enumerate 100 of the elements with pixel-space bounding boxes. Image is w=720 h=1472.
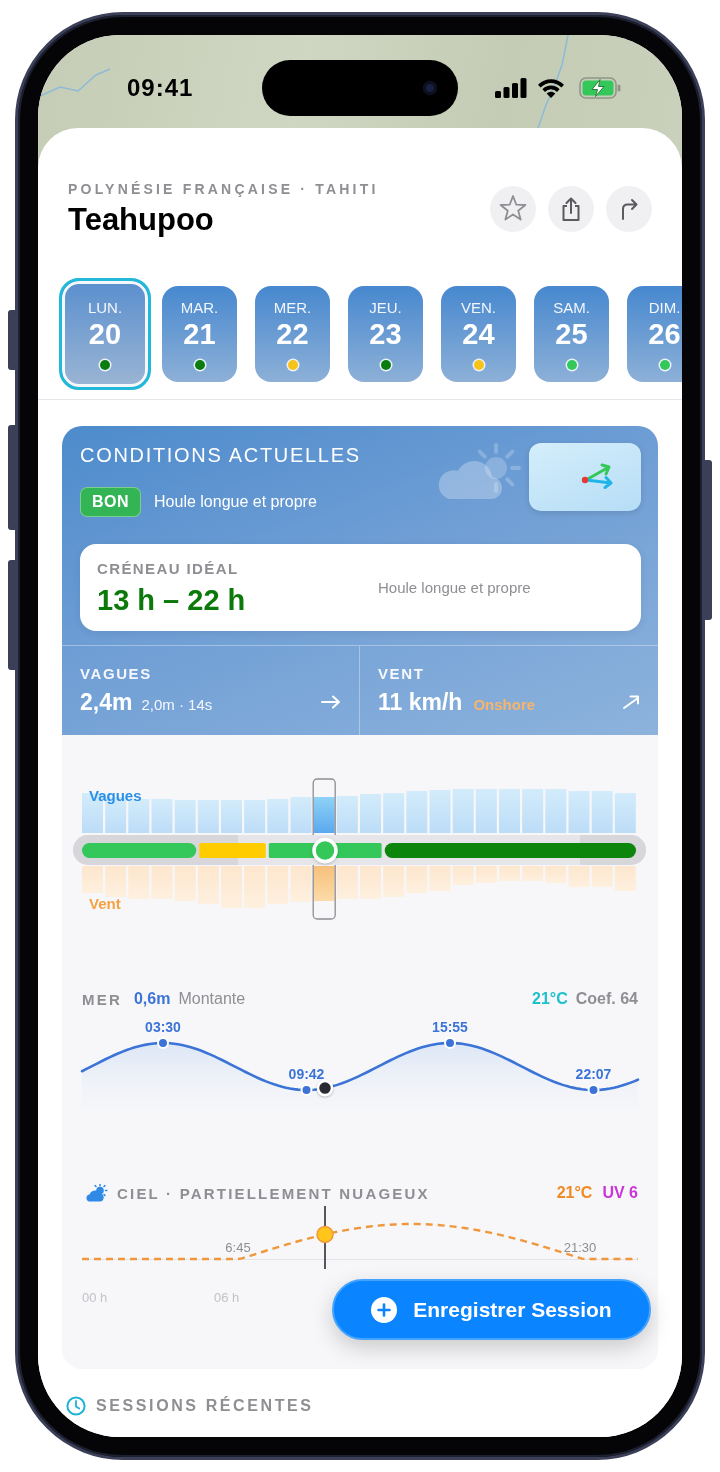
tide-time: 15:55 bbox=[432, 1019, 468, 1035]
status-time: 09:41 bbox=[127, 73, 195, 102]
share-icon bbox=[560, 196, 582, 222]
share-button[interactable] bbox=[548, 186, 594, 232]
tide-marker bbox=[300, 1084, 313, 1096]
wind-bar bbox=[244, 866, 266, 908]
signal-icon bbox=[495, 77, 527, 98]
wave-bar bbox=[522, 789, 544, 833]
water-temperature: 21°C bbox=[532, 990, 568, 1008]
day-tab[interactable]: MER. 22 bbox=[255, 286, 330, 382]
wave-bar bbox=[383, 793, 405, 833]
wave-bar bbox=[360, 794, 381, 833]
wave-bar bbox=[499, 789, 520, 833]
wave-bar bbox=[568, 791, 590, 833]
timeline-track[interactable] bbox=[73, 835, 646, 865]
wind-bar bbox=[499, 866, 520, 881]
sun-marker bbox=[316, 1225, 334, 1244]
day-tab[interactable]: VEN. 24 bbox=[441, 286, 516, 382]
spot-title: Teahupoo bbox=[68, 202, 215, 238]
tide-marker bbox=[587, 1084, 600, 1096]
tide-label: MER bbox=[82, 990, 122, 1008]
wind-bar bbox=[128, 866, 150, 899]
battery-charging-icon bbox=[579, 76, 621, 99]
day-tab[interactable]: DIM. 26 bbox=[627, 286, 682, 382]
wind-bar bbox=[221, 866, 242, 908]
stat-label: VAGUES bbox=[80, 665, 153, 683]
tide-time: 09:42 bbox=[288, 1066, 325, 1082]
stat-value: 2,4m bbox=[80, 689, 133, 715]
day-tab[interactable]: LUN. 20 bbox=[59, 278, 151, 390]
wave-bar bbox=[267, 799, 289, 833]
timeline-thumb[interactable] bbox=[312, 837, 338, 864]
conditions-summary: Houle longue et propre bbox=[154, 493, 317, 511]
section-title: CONDITIONS ACTUELLES bbox=[80, 443, 362, 467]
current-position-marker bbox=[316, 1079, 334, 1097]
wind-bar bbox=[383, 866, 405, 897]
sunrise-time: 6:45 bbox=[225, 1240, 251, 1255]
wave-bar bbox=[452, 789, 474, 833]
right-arrow-icon bbox=[321, 695, 341, 709]
day-tab[interactable]: SAM. 25 bbox=[534, 286, 609, 382]
wind-bar bbox=[406, 866, 428, 893]
wind-bar bbox=[452, 866, 474, 885]
wave-bar bbox=[336, 796, 358, 833]
wind-bar bbox=[267, 866, 289, 904]
wind-bar bbox=[568, 866, 590, 887]
wave-bar bbox=[151, 799, 173, 833]
wave-bar bbox=[244, 800, 266, 833]
side-button[interactable] bbox=[8, 310, 15, 370]
stat-detail: Onshore bbox=[473, 696, 536, 713]
wind-series-label: Vent bbox=[89, 895, 121, 912]
tide-coefficient: Coef. 64 bbox=[575, 990, 638, 1008]
wave-bar bbox=[475, 789, 497, 833]
air-temperature: 21°C bbox=[556, 1184, 593, 1202]
wind-bar bbox=[174, 866, 196, 901]
tide-marker bbox=[157, 1037, 169, 1049]
wind-bar bbox=[591, 866, 613, 887]
wifi-icon bbox=[537, 77, 565, 98]
wind-bar bbox=[360, 866, 381, 899]
wave-bar bbox=[197, 800, 219, 833]
tide-trend: Montante bbox=[178, 990, 246, 1008]
sunset-time: 21:30 bbox=[563, 1240, 597, 1255]
wind-bar bbox=[313, 866, 335, 901]
waves-series-label: Vagues bbox=[89, 787, 142, 804]
wind-bar bbox=[197, 866, 219, 904]
wind-bar bbox=[522, 866, 544, 881]
wave-bar bbox=[429, 790, 451, 833]
camera-lens-icon bbox=[423, 80, 437, 95]
turn-arrow-icon bbox=[619, 198, 639, 220]
wave-bar bbox=[406, 791, 428, 833]
plus-icon bbox=[371, 1296, 398, 1323]
stat-value: 11 km/h bbox=[378, 689, 463, 715]
wind-bar bbox=[614, 866, 636, 891]
wave-bar bbox=[614, 793, 636, 833]
directions-button[interactable] bbox=[606, 186, 652, 232]
wave-bar bbox=[313, 797, 335, 833]
section-title: SESSIONS RÉCENTES bbox=[96, 1397, 314, 1415]
favorite-button[interactable] bbox=[490, 186, 536, 232]
wind-bar bbox=[336, 866, 358, 899]
wave-bar bbox=[591, 791, 613, 833]
wind-bar bbox=[82, 866, 103, 893]
ideal-window-note: Houle longue et propre bbox=[378, 579, 532, 596]
wind-bar bbox=[475, 866, 497, 883]
record-session-button[interactable]: Enregistrer Session bbox=[332, 1279, 651, 1340]
ideal-window-hours: 13 h – 22 h bbox=[97, 583, 247, 616]
uv-index: UV 6 bbox=[602, 1184, 638, 1202]
stat-detail: 2,0m · 14s bbox=[141, 696, 213, 713]
wind-bar bbox=[545, 866, 567, 883]
rating-badge: BON bbox=[80, 487, 142, 517]
wind-bar bbox=[151, 866, 173, 899]
wind-bar bbox=[429, 866, 451, 891]
diagonal-arrow-icon bbox=[622, 694, 640, 710]
tide-time: 03:30 bbox=[145, 1019, 181, 1035]
tide-time: 22:07 bbox=[575, 1066, 612, 1082]
wave-bar bbox=[290, 797, 312, 833]
day-tab[interactable]: MAR. 21 bbox=[162, 286, 237, 382]
day-tab[interactable]: JEU. 23 bbox=[348, 286, 423, 382]
clock-icon bbox=[66, 1396, 86, 1416]
stat-label: VENT bbox=[378, 665, 426, 683]
current-time-line bbox=[324, 1205, 326, 1270]
tide-height: 0,6m bbox=[133, 990, 171, 1008]
ideal-window-label: CRÉNEAU IDÉAL bbox=[97, 559, 240, 578]
